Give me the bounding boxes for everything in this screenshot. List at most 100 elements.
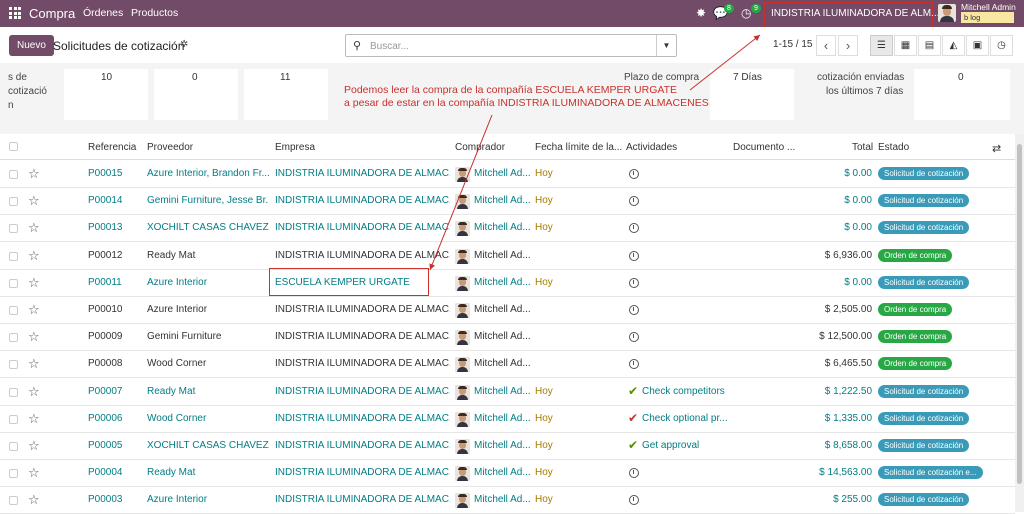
- row-checkbox[interactable]: [9, 333, 18, 343]
- pager-prev-button[interactable]: ‹: [816, 35, 836, 56]
- kanban-view-icon[interactable]: ▦: [894, 35, 917, 56]
- star-icon[interactable]: ☆: [28, 411, 40, 427]
- search-icon: ⚲: [353, 40, 362, 52]
- star-icon[interactable]: ☆: [28, 384, 40, 400]
- column-header-source[interactable]: Documento ...: [733, 142, 795, 153]
- star-icon[interactable]: ☆: [28, 329, 40, 345]
- table-row[interactable]: ☆ P00010 Azure Interior INDISTRIA ILUMINADO…: [0, 297, 1015, 324]
- row-checkbox[interactable]: [9, 251, 18, 261]
- star-icon[interactable]: ☆: [28, 220, 40, 236]
- search-box[interactable]: ⚲ Buscar... ▼: [345, 34, 677, 57]
- check-icon[interactable]: ✔: [628, 384, 638, 398]
- star-icon[interactable]: ☆: [28, 193, 40, 209]
- row-checkbox[interactable]: [9, 496, 18, 506]
- pivot-view-icon[interactable]: ▤: [918, 35, 941, 56]
- row-checkbox[interactable]: [9, 469, 18, 479]
- user-avatar[interactable]: [938, 4, 956, 22]
- table-row[interactable]: ☆ P00008 Wood Corner INDISTRIA ILUMINADORA …: [0, 351, 1015, 379]
- table-row[interactable]: ☆ P00014 Gemini Furniture, Jesse Br... INDI…: [0, 188, 1015, 216]
- row-buyer: Mitchell Ad...: [474, 276, 531, 288]
- optional-columns-icon[interactable]: ⇄: [992, 142, 1001, 155]
- row-activity[interactable]: Get approval: [642, 440, 699, 451]
- row-checkbox[interactable]: [9, 224, 18, 234]
- menu-ordenes[interactable]: Órdenes: [83, 7, 123, 19]
- control-panel: Nuevo Solicitudes de cotización ✲ ⚲ Busc…: [0, 27, 1024, 63]
- calendar-view-icon[interactable]: ▣: [966, 35, 989, 56]
- activity-clock-icon[interactable]: [629, 250, 639, 261]
- apps-grid-icon[interactable]: [9, 7, 21, 19]
- new-button[interactable]: Nuevo: [9, 35, 54, 56]
- dashboard-cell-rfq[interactable]: 10: [64, 69, 148, 120]
- check-icon[interactable]: ✔: [628, 438, 638, 452]
- table-row[interactable]: ☆ P00012 Ready Mat INDISTRIA ILUMINADORA DE…: [0, 243, 1015, 270]
- row-checkbox[interactable]: [9, 442, 18, 451]
- table-row[interactable]: ☆ P00004 Ready Mat INDISTRIA ILUMINADORA DE…: [0, 460, 1015, 488]
- column-header-status[interactable]: Estado: [878, 142, 909, 153]
- table-row[interactable]: ☆ P00011 Azure Interior ESCUELA KEMPER URGA…: [0, 270, 1015, 297]
- column-header-vendor[interactable]: Proveedor: [147, 142, 193, 153]
- table-row[interactable]: ☆ P00005 XOCHILT CASAS CHAVEZ INDISTRIA ILU…: [0, 433, 1015, 460]
- list-view-icon[interactable]: ☰: [870, 35, 893, 56]
- row-checkbox[interactable]: [9, 387, 18, 397]
- row-checkbox[interactable]: [9, 170, 18, 179]
- activity-clock-icon[interactable]: [629, 196, 639, 207]
- column-header-buyer[interactable]: Comprador: [455, 142, 505, 153]
- star-icon[interactable]: ☆: [28, 275, 40, 291]
- table-row[interactable]: ☆ P00009 Gemini Furniture INDISTRIA ILUMINA…: [0, 324, 1015, 352]
- bug-icon[interactable]: ✸: [696, 6, 706, 20]
- activity-view-icon[interactable]: ◷: [990, 35, 1013, 56]
- row-checkbox[interactable]: [9, 278, 18, 288]
- row-checkbox[interactable]: [9, 197, 18, 207]
- row-total: $ 1,222.50: [824, 385, 872, 397]
- star-icon[interactable]: ☆: [28, 492, 40, 508]
- column-header-company[interactable]: Empresa: [275, 142, 315, 153]
- activity-clock-icon[interactable]: [629, 223, 639, 234]
- column-header-activities[interactable]: Actividades: [626, 142, 677, 153]
- activity-clock-icon[interactable]: [629, 495, 639, 506]
- column-header-total[interactable]: Total: [852, 142, 873, 153]
- star-icon[interactable]: ☆: [28, 166, 40, 182]
- dashboard-cell-waiting[interactable]: 0: [154, 69, 238, 120]
- row-activity[interactable]: Check optional pr...: [642, 413, 728, 424]
- table-row[interactable]: ☆ P00015 Azure Interior, Brandon Fr... INDI…: [0, 161, 1015, 188]
- user-name[interactable]: Mitchell Admin: [961, 2, 1016, 12]
- activity-clock-icon[interactable]: ◷: [741, 6, 751, 20]
- search-input[interactable]: Buscar...: [370, 41, 409, 52]
- gear-icon[interactable]: ✲: [180, 39, 188, 50]
- activity-clock-icon[interactable]: [629, 305, 639, 315]
- app-name[interactable]: Compra: [29, 6, 75, 21]
- scrollbar[interactable]: [1015, 134, 1024, 512]
- star-icon[interactable]: ☆: [28, 248, 40, 264]
- activity-clock-icon[interactable]: [629, 277, 639, 288]
- row-checkbox[interactable]: [9, 414, 18, 424]
- dashboard-cell-late[interactable]: 11: [244, 69, 328, 120]
- activity-clock-icon[interactable]: [629, 359, 639, 370]
- menu-productos[interactable]: Productos: [131, 7, 178, 19]
- pager-value[interactable]: 1-15 / 15: [773, 39, 812, 50]
- row-total: $ 6,936.00: [824, 249, 872, 261]
- activity-clock-icon[interactable]: [629, 169, 639, 179]
- pager-next-button[interactable]: ›: [838, 35, 858, 56]
- row-total: $ 14,563.00: [819, 467, 872, 479]
- star-icon[interactable]: ☆: [28, 302, 40, 318]
- check-icon[interactable]: ✔: [628, 411, 638, 425]
- column-header-deadline[interactable]: Fecha límite de la...: [535, 142, 622, 153]
- graph-view-icon[interactable]: ◭: [942, 35, 965, 56]
- row-checkbox[interactable]: [9, 306, 18, 315]
- star-icon[interactable]: ☆: [28, 356, 40, 372]
- star-icon[interactable]: ☆: [28, 465, 40, 481]
- table-row[interactable]: ☆ P00003 Azure Interior INDISTRIA ILUMINADO…: [0, 487, 1015, 514]
- row-buyer: Mitchell Ad...: [474, 249, 531, 261]
- search-options-toggle[interactable]: ▼: [656, 35, 676, 56]
- column-header-ref[interactable]: Referencia: [88, 142, 136, 153]
- select-all-checkbox[interactable]: [9, 142, 18, 151]
- buyer-avatar: [455, 194, 470, 210]
- table-row[interactable]: ☆ P00007 Ready Mat INDISTRIA ILUMINADORA DE…: [0, 379, 1015, 406]
- activity-clock-icon[interactable]: [629, 332, 639, 343]
- star-icon[interactable]: ☆: [28, 438, 40, 454]
- table-row[interactable]: ☆ P00013 XOCHILT CASAS CHAVEZ INDISTRIA ILU…: [0, 215, 1015, 243]
- row-checkbox[interactable]: [9, 360, 18, 370]
- row-activity[interactable]: Check competitors: [642, 386, 725, 397]
- table-row[interactable]: ☆ P00006 Wood Corner INDISTRIA ILUMINADORA …: [0, 406, 1015, 433]
- activity-clock-icon[interactable]: [629, 468, 639, 479]
